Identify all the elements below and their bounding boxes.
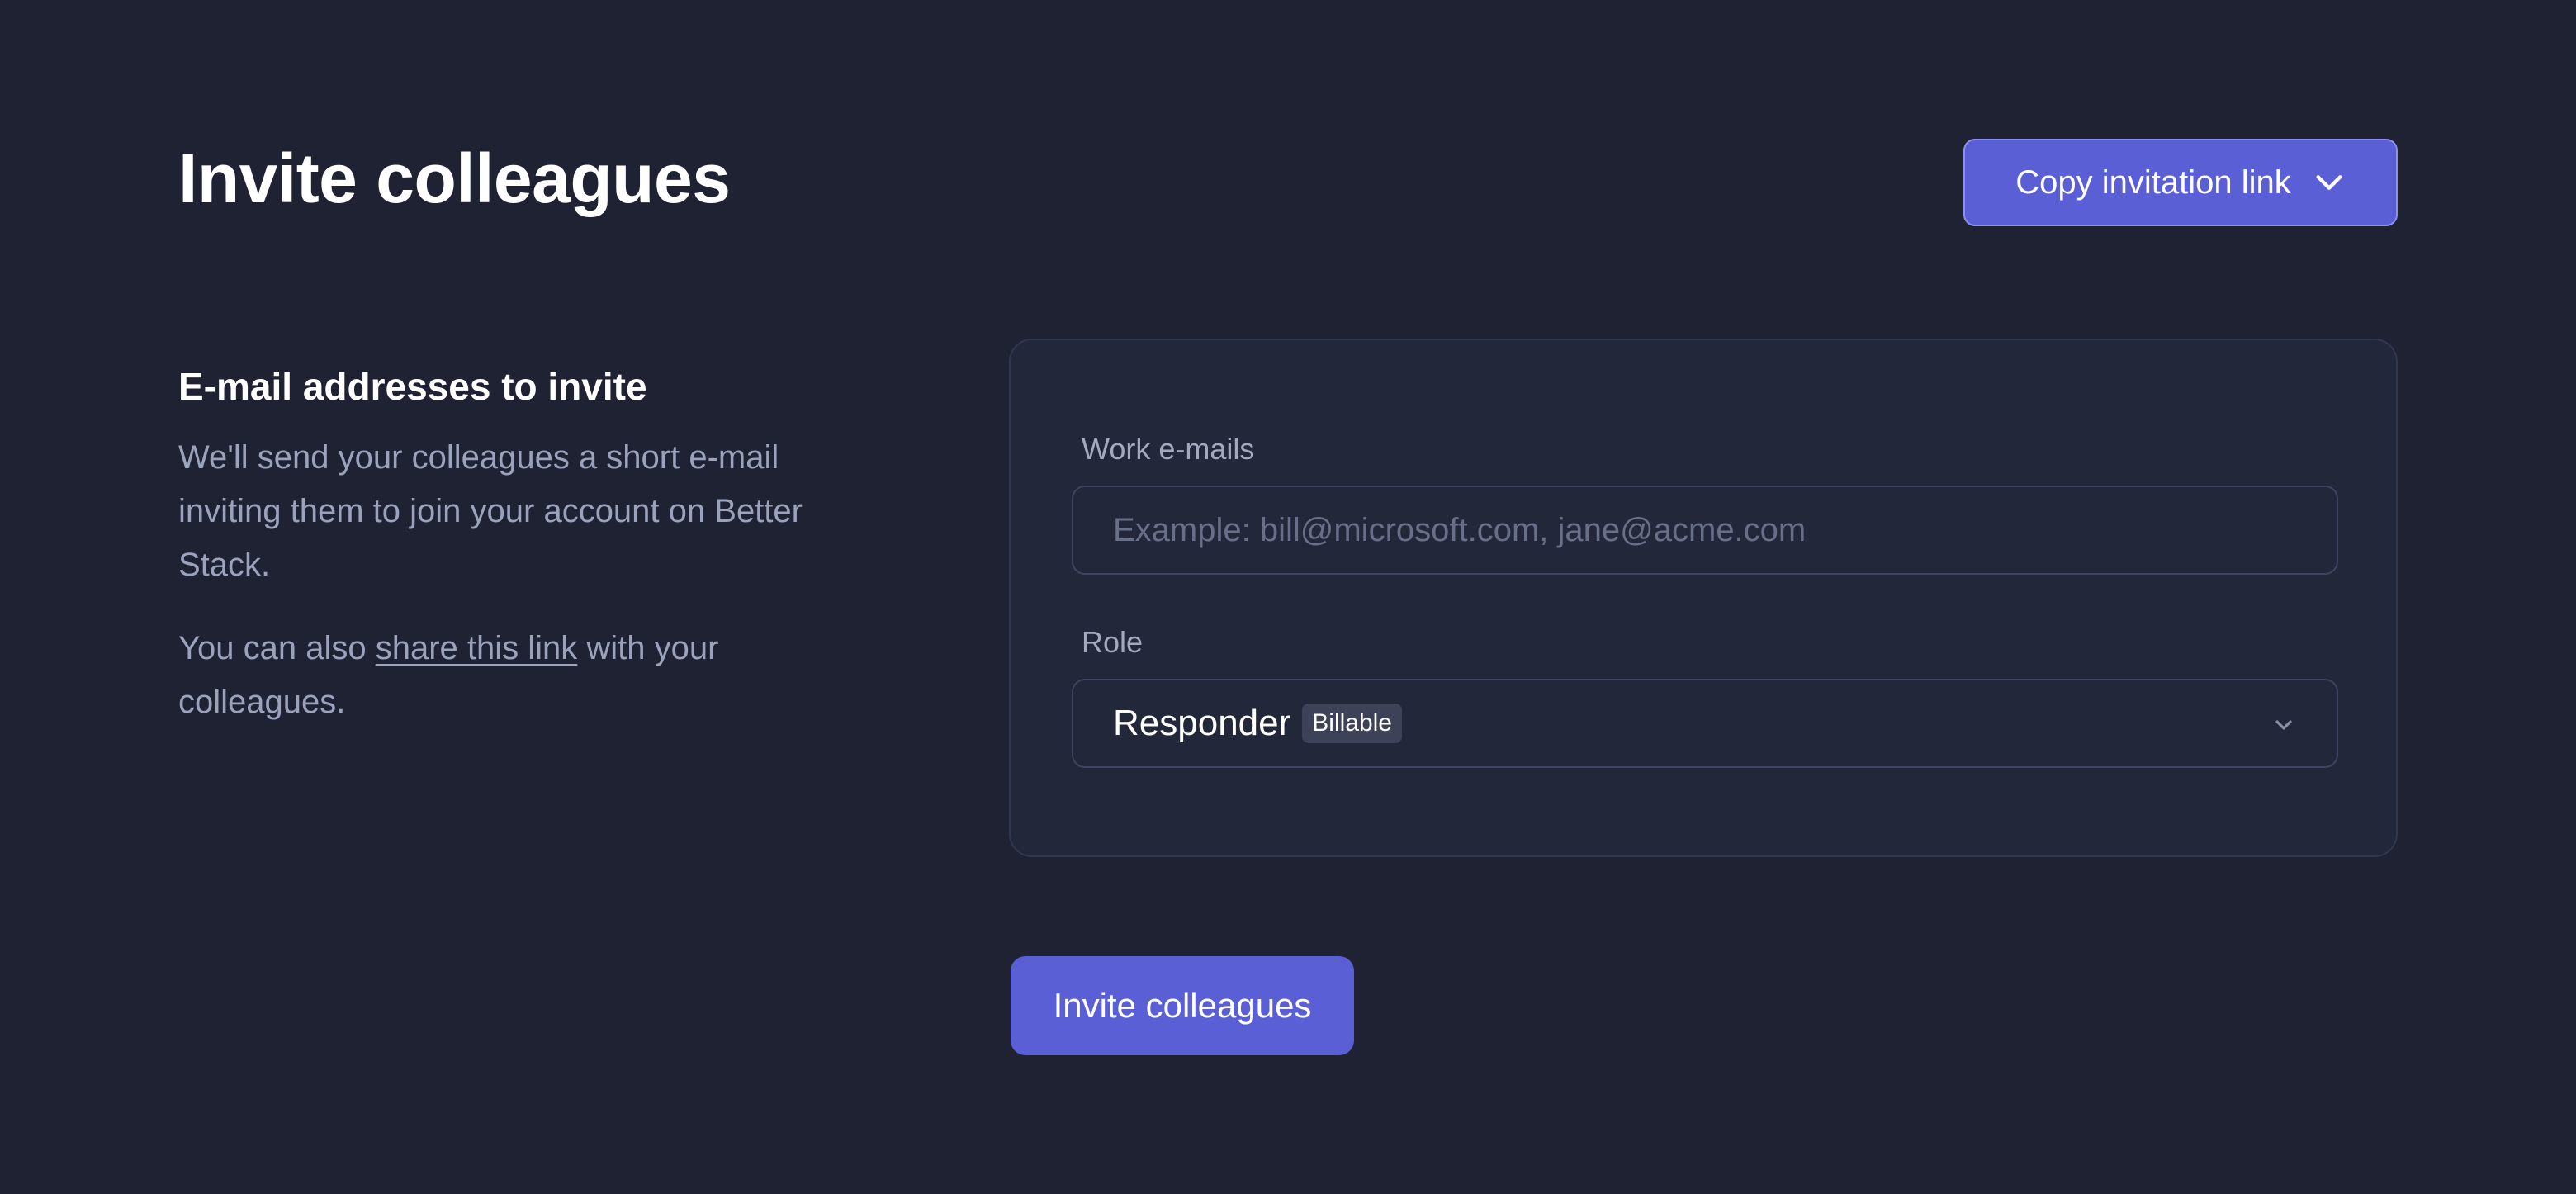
share-link-description: You can also share this link with your c… <box>178 622 822 729</box>
section-heading: E-mail addresses to invite <box>178 365 647 408</box>
share-this-link[interactable]: share this link <box>376 630 578 666</box>
intro-description: We'll send your colleagues a short e-mai… <box>178 439 803 583</box>
chevron-down-icon <box>2316 175 2342 190</box>
billable-badge: Billable <box>1302 704 1402 743</box>
role-value: Responder <box>1113 703 1291 743</box>
page-title: Invite colleagues <box>178 140 731 217</box>
work-emails-input[interactable] <box>1072 486 2338 575</box>
intro-section: E-mail addresses to invite We'll send yo… <box>178 360 822 729</box>
invite-colleagues-button[interactable]: Invite colleagues <box>1011 956 1354 1055</box>
share-text-before: You can also <box>178 630 376 666</box>
chevron-down-icon <box>2275 720 2292 730</box>
copy-invitation-link-button[interactable]: Copy invitation link <box>1963 139 2398 226</box>
invite-form-card: Work e-mails Role Responder Billable <box>1009 339 2398 857</box>
role-select[interactable]: Responder Billable <box>1072 679 2338 768</box>
work-emails-label: Work e-mails <box>1082 432 1255 466</box>
copy-invitation-link-label: Copy invitation link <box>2015 163 2291 201</box>
role-label: Role <box>1082 625 1144 659</box>
